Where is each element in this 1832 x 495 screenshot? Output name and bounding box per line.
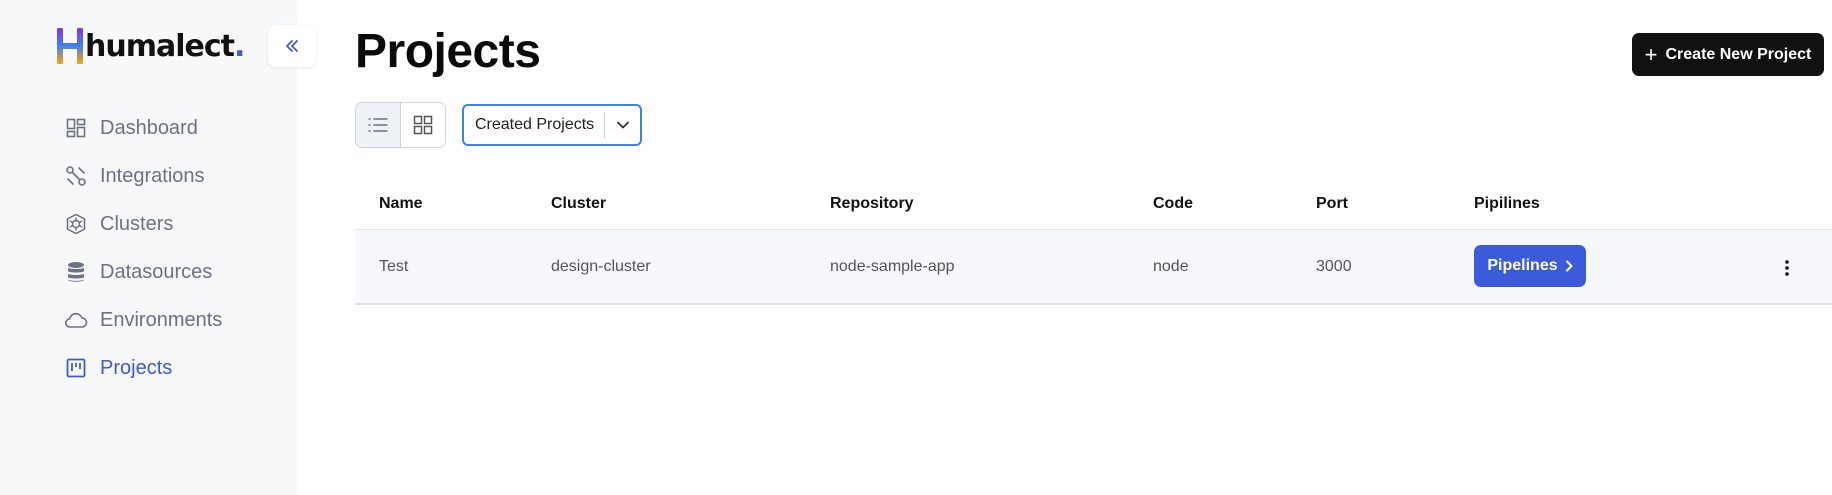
chevron-right-icon: [1565, 260, 1573, 272]
sidebar-item-datasources[interactable]: Datasources: [64, 248, 222, 296]
column-header-cluster: Cluster: [551, 194, 607, 212]
sidebar-item-environments[interactable]: Environments: [64, 296, 222, 344]
table-header: Name Cluster Repository Code Port Pipili…: [355, 178, 1832, 230]
integrations-icon: [64, 164, 88, 188]
sidebar-item-label: Integrations: [100, 164, 205, 187]
database-icon: [64, 260, 88, 284]
projects-icon: [64, 356, 88, 380]
sidebar-item-clusters[interactable]: Clusters: [64, 200, 222, 248]
project-filter-value: Created Projects: [475, 116, 595, 133]
double-chevron-left-icon: [286, 40, 298, 52]
create-new-project-label: Create New Project: [1665, 45, 1812, 63]
column-header-repository: Repository: [830, 194, 914, 212]
grid-icon: [413, 115, 433, 135]
sidebar-item-label: Environments: [100, 308, 223, 331]
list-view-button[interactable]: [356, 103, 401, 147]
sidebar-nav: Dashboard Integrations Clusters Datasour…: [64, 104, 222, 392]
column-header-pipelines: Pipilines: [1474, 194, 1540, 212]
column-header-code: Code: [1153, 194, 1193, 212]
column-header-port: Port: [1316, 194, 1348, 212]
project-filter-select[interactable]: Created Projects: [462, 104, 642, 146]
sidebar-item-integrations[interactable]: Integrations: [64, 152, 222, 200]
column-header-name: Name: [379, 194, 423, 212]
cloud-icon: [64, 308, 88, 332]
projects-table: Name Cluster Repository Code Port Pipili…: [355, 178, 1832, 305]
brand-name-text: humalect: [85, 28, 235, 64]
collapse-sidebar-button[interactable]: [268, 25, 316, 67]
pipelines-button[interactable]: Pipelines: [1474, 245, 1586, 287]
clusters-icon: [64, 212, 88, 236]
main-content: Projects + Create New Project Created Pr…: [297, 0, 1832, 495]
app-root: humalect. Dashboard Integrations Cluster…: [0, 0, 1832, 495]
sidebar-item-label: Datasources: [100, 260, 213, 283]
cell-code: node: [1153, 257, 1189, 275]
pipelines-button-label: Pipelines: [1487, 257, 1558, 274]
sidebar-item-label: Dashboard: [100, 116, 198, 139]
logo-mark-icon: [57, 28, 83, 64]
cell-port: 3000: [1316, 257, 1352, 275]
create-new-project-button[interactable]: + Create New Project: [1632, 33, 1824, 76]
dashboard-icon: [64, 116, 88, 140]
row-actions-menu-button[interactable]: [1775, 256, 1799, 280]
sidebar-item-dashboard[interactable]: Dashboard: [64, 104, 222, 152]
cell-repository: node-sample-app: [830, 257, 955, 275]
cell-cluster: design-cluster: [551, 257, 651, 275]
table-row[interactable]: Test design-cluster node-sample-app node…: [355, 230, 1832, 305]
list-icon: [368, 118, 388, 132]
sidebar-item-label: Clusters: [100, 212, 174, 235]
more-vertical-icon: [1785, 260, 1789, 276]
plus-icon: +: [1644, 41, 1658, 67]
sidebar-item-projects[interactable]: Projects: [64, 344, 222, 392]
brand-name: humalect.: [85, 28, 245, 64]
grid-view-button[interactable]: [401, 103, 445, 147]
chevron-down-icon: [605, 121, 640, 129]
page-title: Projects: [355, 25, 541, 78]
brand-logo[interactable]: humalect.: [57, 28, 245, 64]
view-toggle: [355, 102, 446, 148]
sidebar: humalect. Dashboard Integrations Cluster…: [0, 0, 297, 495]
sidebar-item-label: Projects: [100, 356, 173, 379]
cell-name: Test: [379, 257, 409, 275]
brand-dot: .: [233, 28, 245, 64]
